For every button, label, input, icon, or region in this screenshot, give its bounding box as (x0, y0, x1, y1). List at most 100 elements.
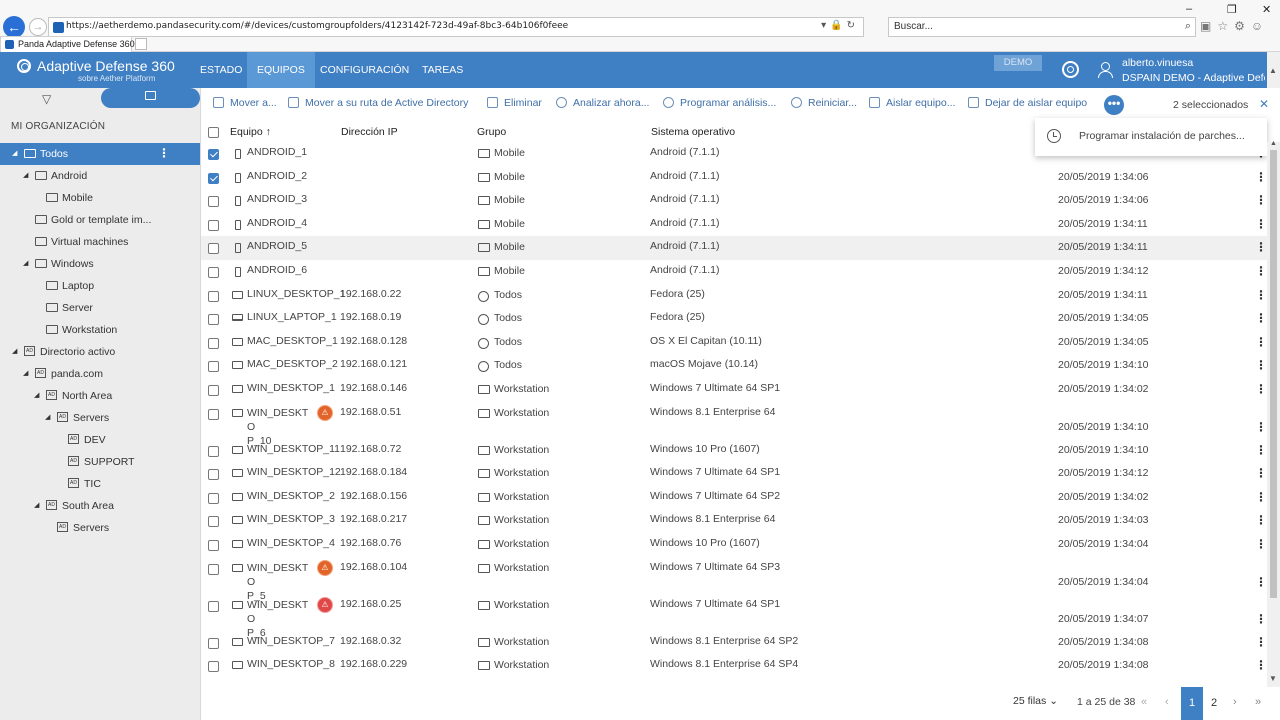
tree-item[interactable]: ◢ AD South Area (0, 495, 200, 517)
tree-item[interactable]: ◢ AD Servers (0, 407, 200, 429)
row-checkbox[interactable] (208, 290, 219, 302)
tree-item[interactable]: ◢ Todos ⋮ (0, 143, 200, 165)
tree-item[interactable]: Laptop (0, 275, 200, 297)
tree-item[interactable]: ◢ AD Directorio activo (0, 341, 200, 363)
row-menu-icon[interactable]: ⋮ (1255, 382, 1267, 396)
table-row[interactable]: ANDROID_4 Mobile Android (7.1.1) 20/05/2019… (201, 213, 1267, 237)
tree-item[interactable]: AD Servers (0, 517, 200, 539)
tree-item[interactable]: ◢ AD North Area (0, 385, 200, 407)
next-page-icon[interactable]: › (1233, 696, 1237, 708)
toolbar-action[interactable]: Aislar equipo... (869, 97, 955, 109)
user-icon[interactable] (1098, 62, 1113, 78)
toolbar-action[interactable]: Reiniciar... (791, 97, 857, 109)
search-icon[interactable]: ⌕ (1185, 20, 1191, 33)
device-name[interactable]: MAC_DESKTOP_2 (247, 358, 338, 370)
row-menu-icon[interactable]: ⋮ (1255, 658, 1267, 672)
table-row[interactable]: MAC_DESKTOP_1 192.168.0.128 Todos OS X El C… (201, 331, 1267, 355)
tree-item[interactable]: AD SUPPORT (0, 451, 200, 473)
row-checkbox[interactable] (208, 445, 219, 457)
first-page-icon[interactable]: « (1141, 696, 1147, 708)
scroll-up-arrow-icon[interactable]: ▲ (1270, 140, 1277, 147)
table-scrollbar[interactable]: ▲ ▼ (1267, 140, 1280, 687)
tree-item[interactable]: AD TIC (0, 473, 200, 495)
row-checkbox[interactable] (208, 492, 219, 504)
row-checkbox[interactable] (208, 172, 219, 184)
scroll-down-arrow-icon[interactable]: ▼ (1269, 674, 1277, 683)
tree-item[interactable]: Gold or template im... (0, 209, 200, 231)
table-row[interactable]: ANDROID_6 Mobile Android (7.1.1) 20/05/2019… (201, 260, 1267, 284)
toolbar-action[interactable]: Eliminar (487, 97, 542, 109)
prev-page-icon[interactable]: ‹ (1165, 696, 1169, 708)
expand-arrow-icon[interactable]: ◢ (34, 501, 39, 509)
toolbar-action[interactable]: Dejar de aislar equipo (968, 97, 1087, 109)
device-name[interactable]: MAC_DESKTOP_1 (247, 335, 338, 347)
table-row[interactable]: ANDROID_2 Mobile Android (7.1.1) 20/05/2019… (201, 166, 1267, 190)
address-tools-icon[interactable]: ▾🔒↻ (821, 20, 859, 31)
table-row[interactable]: ANDROID_5 Mobile Android (7.1.1) 20/05/2019… (201, 236, 1267, 260)
tree-item[interactable]: ◢ Windows (0, 253, 200, 275)
device-name[interactable]: ANDROID_6 (247, 264, 307, 276)
address-bar[interactable]: https://aetherdemo.pandasecurity.com/#/d… (48, 17, 864, 37)
device-name[interactable]: WIN_DESKTOP_4 (247, 537, 335, 549)
table-row[interactable]: WIN_DESKTOP_3 192.168.0.217 Workstation Win… (201, 509, 1267, 533)
column-equipo[interactable]: Equipo ↑ (230, 126, 271, 138)
row-menu-icon[interactable]: ⋮ (1255, 335, 1267, 349)
menu-estado[interactable]: ESTADO (190, 52, 252, 88)
toolbar-action[interactable]: Mover a su ruta de Active Directory (288, 97, 468, 109)
table-row[interactable]: LINUX_DESKTOP_1 192.168.0.22 Todos Fedora (… (201, 284, 1267, 308)
page-2-button[interactable]: 2 (1203, 687, 1225, 720)
last-page-icon[interactable]: » (1255, 696, 1261, 708)
row-menu-icon[interactable]: ⋮ (1255, 612, 1267, 626)
row-menu-icon[interactable]: ⋮ (1255, 575, 1267, 589)
device-name[interactable]: WIN_DESKTOP_8 (247, 658, 335, 670)
browser-search-input[interactable]: Buscar... ⌕ (888, 17, 1196, 37)
device-name[interactable]: LINUX_DESKTOP_1 (247, 288, 345, 300)
alert-badge-icon[interactable]: ⚠ (317, 559, 333, 576)
row-checkbox[interactable] (208, 637, 219, 649)
back-button[interactable]: ← (3, 16, 25, 38)
table-row[interactable]: LINUX_LAPTOP_1 192.168.0.19 Todos Fedora (2… (201, 307, 1267, 331)
tree-item-menu-icon[interactable]: ⋮ (158, 146, 170, 160)
filter-icon[interactable]: ▽ (42, 92, 51, 106)
row-checkbox[interactable] (208, 516, 219, 528)
row-menu-icon[interactable]: ⋮ (1255, 193, 1267, 207)
row-checkbox[interactable] (208, 563, 219, 575)
table-row[interactable]: WIN_DESKTOP_8 192.168.0.229 Workstation Win… (201, 654, 1267, 678)
row-menu-icon[interactable]: ⋮ (1255, 635, 1267, 649)
expand-arrow-icon[interactable]: ◢ (23, 369, 28, 377)
row-menu-icon[interactable]: ⋮ (1255, 537, 1267, 551)
row-menu-icon[interactable]: ⋮ (1255, 217, 1267, 231)
more-actions-button[interactable]: ••• (1104, 95, 1124, 115)
row-checkbox[interactable] (208, 314, 219, 326)
row-checkbox[interactable] (208, 337, 219, 349)
toolbar-action[interactable]: Analizar ahora... (556, 97, 649, 109)
rows-per-page-select[interactable]: 25 filas ⌄ (1013, 695, 1058, 707)
column-so[interactable]: Sistema operativo (651, 126, 735, 138)
expand-arrow-icon[interactable]: ◢ (12, 347, 17, 355)
scroll-up-button[interactable]: ▲ (1267, 52, 1280, 88)
table-row[interactable]: WIN_DESKTOP_1 192.168.0.146 Workstation Win… (201, 378, 1267, 402)
menu-tareas[interactable]: TAREAS (412, 52, 473, 88)
toolbar-action[interactable]: Mover a... (213, 97, 277, 109)
scroll-thumb[interactable] (1270, 150, 1277, 598)
tree-item[interactable]: AD DEV (0, 429, 200, 451)
table-row[interactable]: WIN_DESKTOP_2 192.168.0.156 Workstation Win… (201, 486, 1267, 510)
row-menu-icon[interactable]: ⋮ (1255, 466, 1267, 480)
row-menu-icon[interactable]: ⋮ (1255, 264, 1267, 278)
gear-icon[interactable] (1062, 61, 1079, 78)
row-checkbox[interactable] (208, 243, 219, 255)
user-name[interactable]: alberto.vinuesa (1122, 57, 1193, 69)
expand-arrow-icon[interactable]: ◢ (12, 149, 17, 157)
schedule-patch-install-option[interactable]: Programar instalación de parches... (1079, 130, 1245, 142)
minimize-icon[interactable]: – (1186, 3, 1192, 15)
row-menu-icon[interactable]: ⋮ (1255, 311, 1267, 325)
browser-toolbar-icons[interactable]: ▣☆⚙☺ (1200, 19, 1269, 33)
expand-arrow-icon[interactable]: ◢ (34, 391, 39, 399)
tree-item[interactable]: ◢ AD panda.com (0, 363, 200, 385)
row-menu-icon[interactable]: ⋮ (1255, 513, 1267, 527)
row-menu-icon[interactable]: ⋮ (1255, 443, 1267, 457)
expand-arrow-icon[interactable]: ◢ (45, 413, 50, 421)
device-name[interactable]: ANDROID_2 (247, 170, 307, 182)
table-row[interactable]: WIN_DESKTOP_7 192.168.0.32 Workstation Wind… (201, 631, 1267, 655)
tree-item[interactable]: Server (0, 297, 200, 319)
